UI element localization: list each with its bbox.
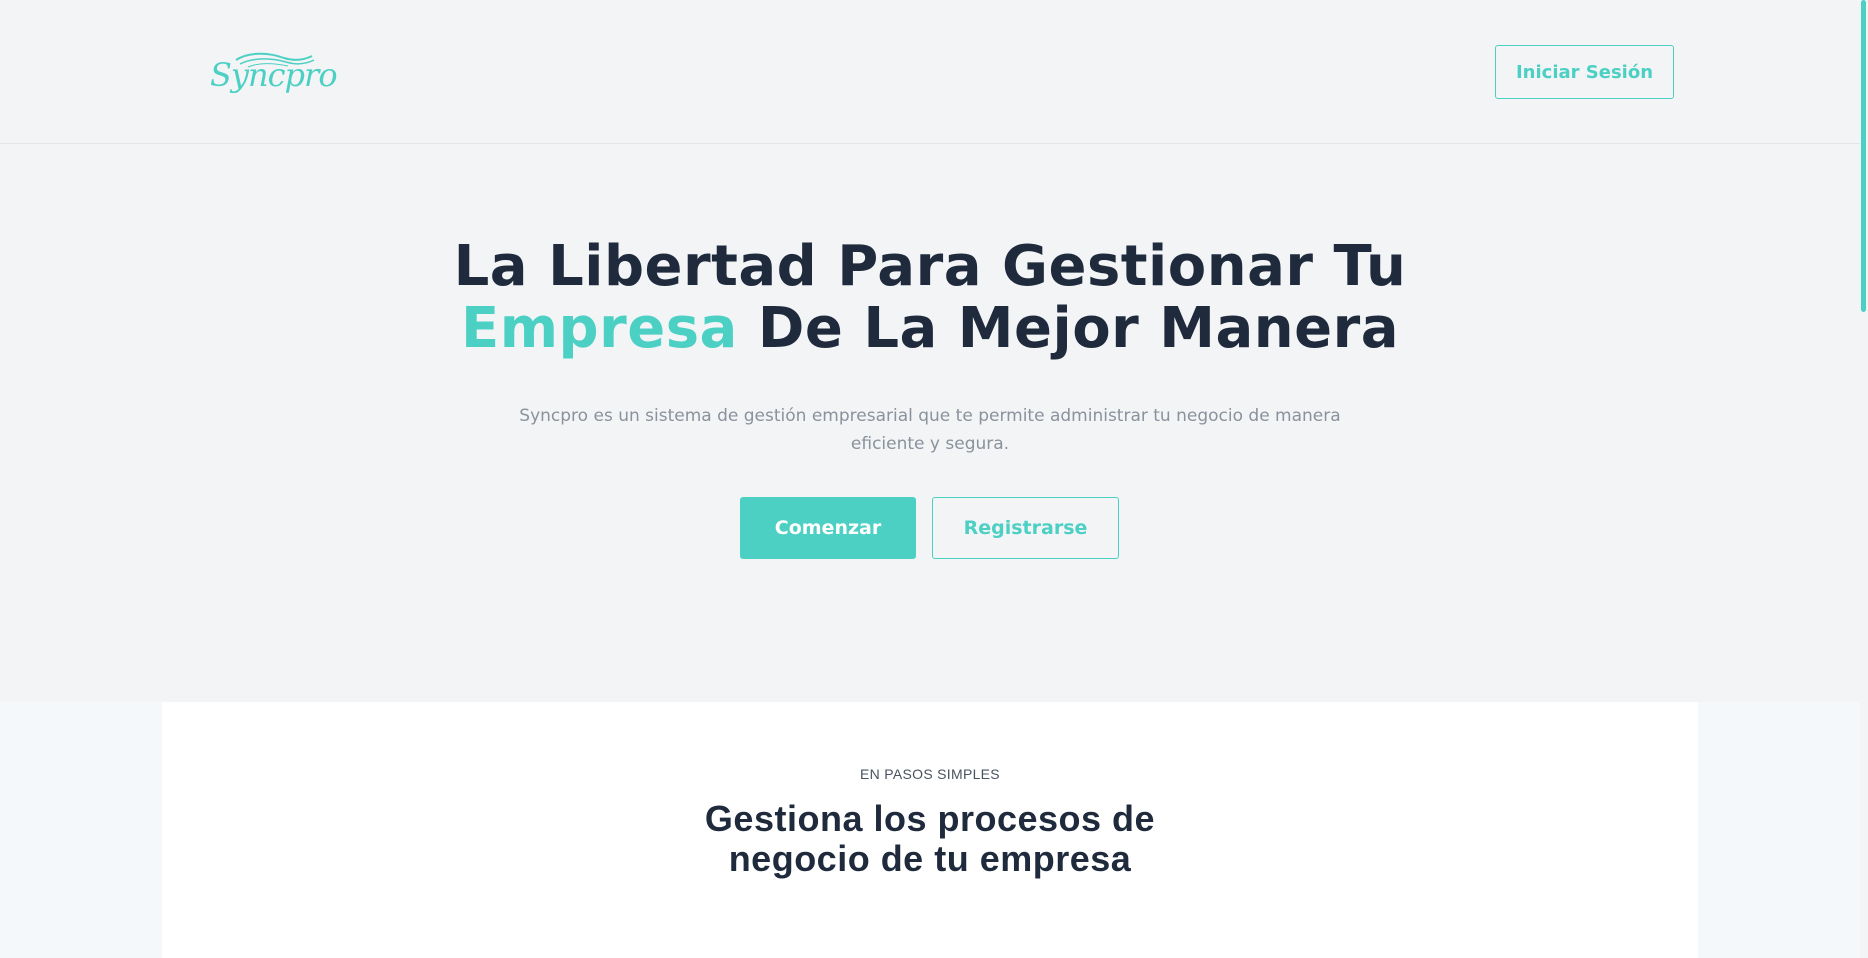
hero-title: La Libertad Para Gestionar Tu Empresa De… [0, 236, 1860, 360]
page-scrollbar-thumb[interactable] [1861, 0, 1866, 312]
steps-kicker: EN PASOS SIMPLES [860, 766, 1000, 782]
start-button[interactable]: Comenzar [740, 497, 916, 559]
steps-title: Gestiona los procesos de negocio de tu e… [630, 799, 1230, 879]
login-button[interactable]: Iniciar Sesión [1495, 45, 1674, 99]
logo-wordmark: Syncpro [210, 56, 338, 94]
register-button[interactable]: Registrarse [932, 497, 1119, 559]
steps-title-line1: Gestiona los procesos de [704, 798, 1156, 839]
site-header: Syncpro Iniciar Sesión [0, 0, 1860, 144]
steps-title-line2: negocio de tu empresa [728, 838, 1132, 879]
hero-subtitle: Syncpro es un sistema de gestión empresa… [519, 406, 1341, 454]
hero-title-accent: Empresa [460, 296, 738, 361]
syncpro-logo[interactable]: Syncpro [208, 48, 338, 96]
landing-page: Syncpro Iniciar Sesión La Libertad Para … [0, 0, 1868, 958]
hero-title-line1: La Libertad Para Gestionar Tu [453, 234, 1407, 299]
hero-title-line2: De La Mejor Manera [737, 296, 1400, 361]
